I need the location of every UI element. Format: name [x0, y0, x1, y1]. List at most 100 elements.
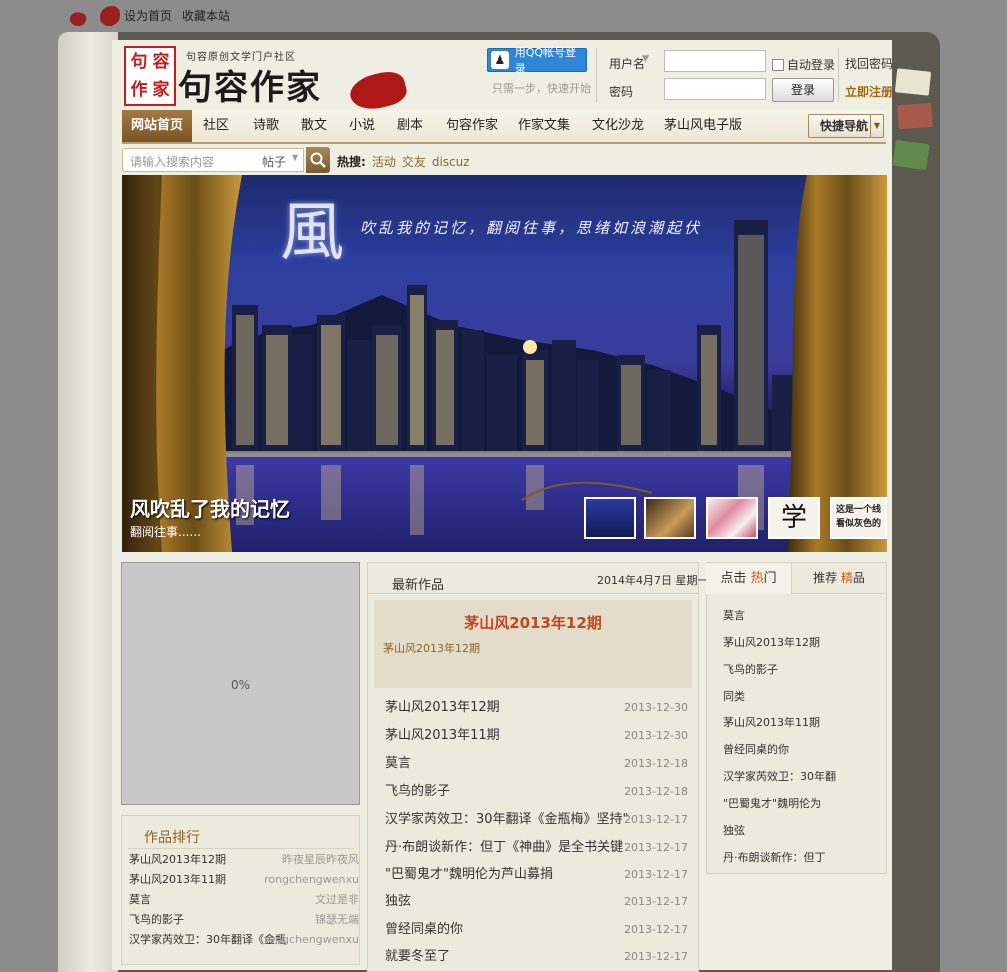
quick-nav-button[interactable]: 快捷导航 ▼: [808, 114, 884, 138]
article-title[interactable]: "巴蜀鬼才"魏明伦为芦山募捐: [385, 867, 553, 882]
article-row[interactable]: 就要冬至了 2013-12-17: [385, 944, 688, 970]
hot-item[interactable]: 茅山风2013年12期: [723, 629, 883, 656]
seal-char: 容: [152, 52, 170, 72]
qq-penguin-icon: ♟: [491, 51, 509, 69]
hot-item[interactable]: 茅山风2013年11期: [723, 709, 883, 736]
article-date: 2013-12-30: [624, 729, 688, 742]
nav-item-prose[interactable]: 散文: [294, 110, 334, 142]
ranking-work-title[interactable]: 莫言: [129, 893, 151, 906]
ranking-row[interactable]: 飞鸟的影子 锦瑟无端: [129, 910, 359, 930]
article-row[interactable]: 茅山风2013年12期 2013-12-30: [385, 695, 688, 721]
ranking-author[interactable]: 锦瑟无端: [315, 910, 359, 930]
ranking-author[interactable]: rongchengwenxu: [264, 930, 359, 950]
username-input[interactable]: [664, 50, 766, 72]
ranking-work-title[interactable]: 飞鸟的影子: [129, 913, 184, 926]
article-title[interactable]: 就要冬至了: [385, 949, 450, 964]
chevron-down-icon[interactable]: ▼: [642, 54, 649, 64]
ranking-author[interactable]: rongchengwenxu: [264, 870, 359, 890]
forgot-password-link[interactable]: 找回密码: [845, 55, 893, 72]
banner-title[interactable]: 风吹乱了我的记忆: [130, 493, 290, 522]
article-row[interactable]: 莫言 2013-12-18: [385, 751, 688, 777]
hot-term[interactable]: 活动: [372, 155, 396, 169]
login-button[interactable]: 登录: [772, 78, 834, 102]
article-row[interactable]: 飞鸟的影子 2013-12-18: [385, 779, 688, 805]
article-date: 2013-12-18: [624, 785, 688, 798]
hot-item[interactable]: 独弦: [723, 817, 883, 844]
set-home-link[interactable]: 设为首页: [124, 9, 172, 23]
tab-hot-clicks[interactable]: 点击 热门: [706, 563, 792, 594]
hot-term[interactable]: discuz: [432, 155, 470, 169]
password-input[interactable]: [664, 78, 766, 100]
hot-item[interactable]: 曾经同桌的你: [723, 736, 883, 763]
ranking-work-title[interactable]: 汉学家芮效卫：30年翻译《金瓶: [129, 933, 286, 946]
hot-item[interactable]: "巴蜀鬼才"魏明伦为: [723, 790, 883, 817]
nav-item-community[interactable]: 社区: [196, 110, 236, 142]
banner-poem: 吹乱我的记忆，翻阅往事，思绪如浪潮起伏: [360, 219, 703, 237]
ranking-row[interactable]: 莫言 文过是非: [129, 890, 359, 910]
nav-item-salon[interactable]: 文化沙龙: [586, 110, 650, 142]
tab-label-highlight: 精: [840, 571, 853, 585]
divider: [596, 48, 597, 102]
search-button[interactable]: [306, 147, 330, 173]
ranking-author[interactable]: 文过是非: [315, 890, 359, 910]
article-date: 2013-12-17: [624, 950, 688, 963]
hot-item[interactable]: 莫言: [723, 602, 883, 629]
register-link[interactable]: 立即注册: [845, 83, 893, 100]
divider: [838, 48, 839, 102]
article-row[interactable]: "巴蜀鬼才"魏明伦为芦山募捐 2013-12-17: [385, 862, 688, 888]
checkbox-icon[interactable]: [772, 58, 784, 71]
seal-char: 家: [152, 80, 170, 100]
nav-item-novel[interactable]: 小说: [342, 110, 382, 142]
slide-thumbnail[interactable]: 这是一个线 看似灰色的: [830, 497, 887, 539]
article-row[interactable]: 独弦 2013-12-17: [385, 889, 688, 915]
ranking-row[interactable]: 汉学家芮效卫：30年翻译《金瓶 rongchengwenxu: [129, 930, 359, 950]
nav-item-writers[interactable]: 句容作家: [440, 110, 504, 142]
article-title[interactable]: 丹·布朗谈新作：但丁《神曲》是全书关键: [385, 840, 623, 855]
ranking-author[interactable]: 昨夜星辰昨夜风: [282, 850, 359, 870]
article-title[interactable]: 茅山风2013年12期: [385, 700, 500, 715]
nav-item-ebook[interactable]: 茅山风电子版: [658, 110, 748, 142]
seal-char: 作: [130, 80, 148, 100]
ranking-work-title[interactable]: 茅山风2013年12期: [129, 853, 226, 866]
article-row[interactable]: 曾经同桌的你 2013-12-17: [385, 917, 688, 943]
auto-login-checkbox[interactable]: 自动登录: [772, 56, 835, 73]
bookmark-link[interactable]: 收藏本站: [182, 9, 230, 23]
article-title[interactable]: 独弦: [385, 894, 411, 909]
hot-item[interactable]: 丹·布朗谈新作：但丁: [723, 844, 883, 871]
tab-label: 品: [852, 571, 865, 585]
qq-hint: 只需一步，快速开始: [492, 82, 591, 95]
logo-text[interactable]: 句容作家: [178, 60, 322, 109]
article-row[interactable]: 汉学家芮效卫：30年翻译《金瓶梅》坚持" 2013-12-17: [385, 807, 688, 833]
search-icon: [310, 152, 326, 168]
ranking-row[interactable]: 茅山风2013年11期 rongchengwenxu: [129, 870, 359, 890]
article-row[interactable]: 茅山风2013年11期 2013-12-30: [385, 723, 688, 749]
article-title[interactable]: 莫言: [385, 756, 411, 771]
ranking-work-title[interactable]: 茅山风2013年11期: [129, 873, 226, 886]
article-date: 2013-12-17: [624, 841, 688, 854]
ranking-row[interactable]: 茅山风2013年12期 昨夜星辰昨夜风: [129, 850, 359, 870]
featured-title[interactable]: 茅山风2013年12期: [374, 612, 692, 633]
article-title[interactable]: 茅山风2013年11期: [385, 728, 500, 743]
slide-thumbnail[interactable]: [584, 497, 636, 539]
article-title[interactable]: 飞鸟的影子: [385, 784, 450, 799]
tab-recommended[interactable]: 推荐 精品: [792, 563, 886, 594]
logo-seal[interactable]: 句 容 作 家: [124, 46, 176, 106]
slide-thumbnail[interactable]: 学: [768, 497, 820, 539]
article-title[interactable]: 曾经同桌的你: [385, 922, 463, 937]
article-title[interactable]: 汉学家芮效卫：30年翻译《金瓶梅》坚持": [385, 812, 629, 827]
hot-item[interactable]: 同类: [723, 683, 883, 710]
chevron-down-icon[interactable]: ▼: [292, 153, 298, 162]
qq-login-button[interactable]: ♟ 用QQ帐号登录: [487, 46, 587, 75]
hot-term[interactable]: 交友: [402, 155, 426, 169]
nav-item-collections[interactable]: 作家文集: [512, 110, 576, 142]
slide-thumbnail[interactable]: [706, 497, 758, 539]
hot-item[interactable]: 汉学家芮效卫：30年翻: [723, 763, 883, 790]
search-type-select[interactable]: 帖子: [262, 153, 286, 170]
nav-item-poetry[interactable]: 诗歌: [246, 110, 286, 142]
article-row[interactable]: 丹·布朗谈新作：但丁《神曲》是全书关键 2013-12-17: [385, 835, 688, 861]
hot-item[interactable]: 飞鸟的影子: [723, 656, 883, 683]
nav-item-home[interactable]: 网站首页: [122, 110, 192, 142]
banner-slideshow[interactable]: 風 吹乱我的记忆，翻阅往事，思绪如浪潮起伏 风吹乱了我的记忆 翻阅往事.....…: [122, 175, 887, 552]
nav-item-script[interactable]: 剧本: [390, 110, 430, 142]
slide-thumbnail[interactable]: [644, 497, 696, 539]
